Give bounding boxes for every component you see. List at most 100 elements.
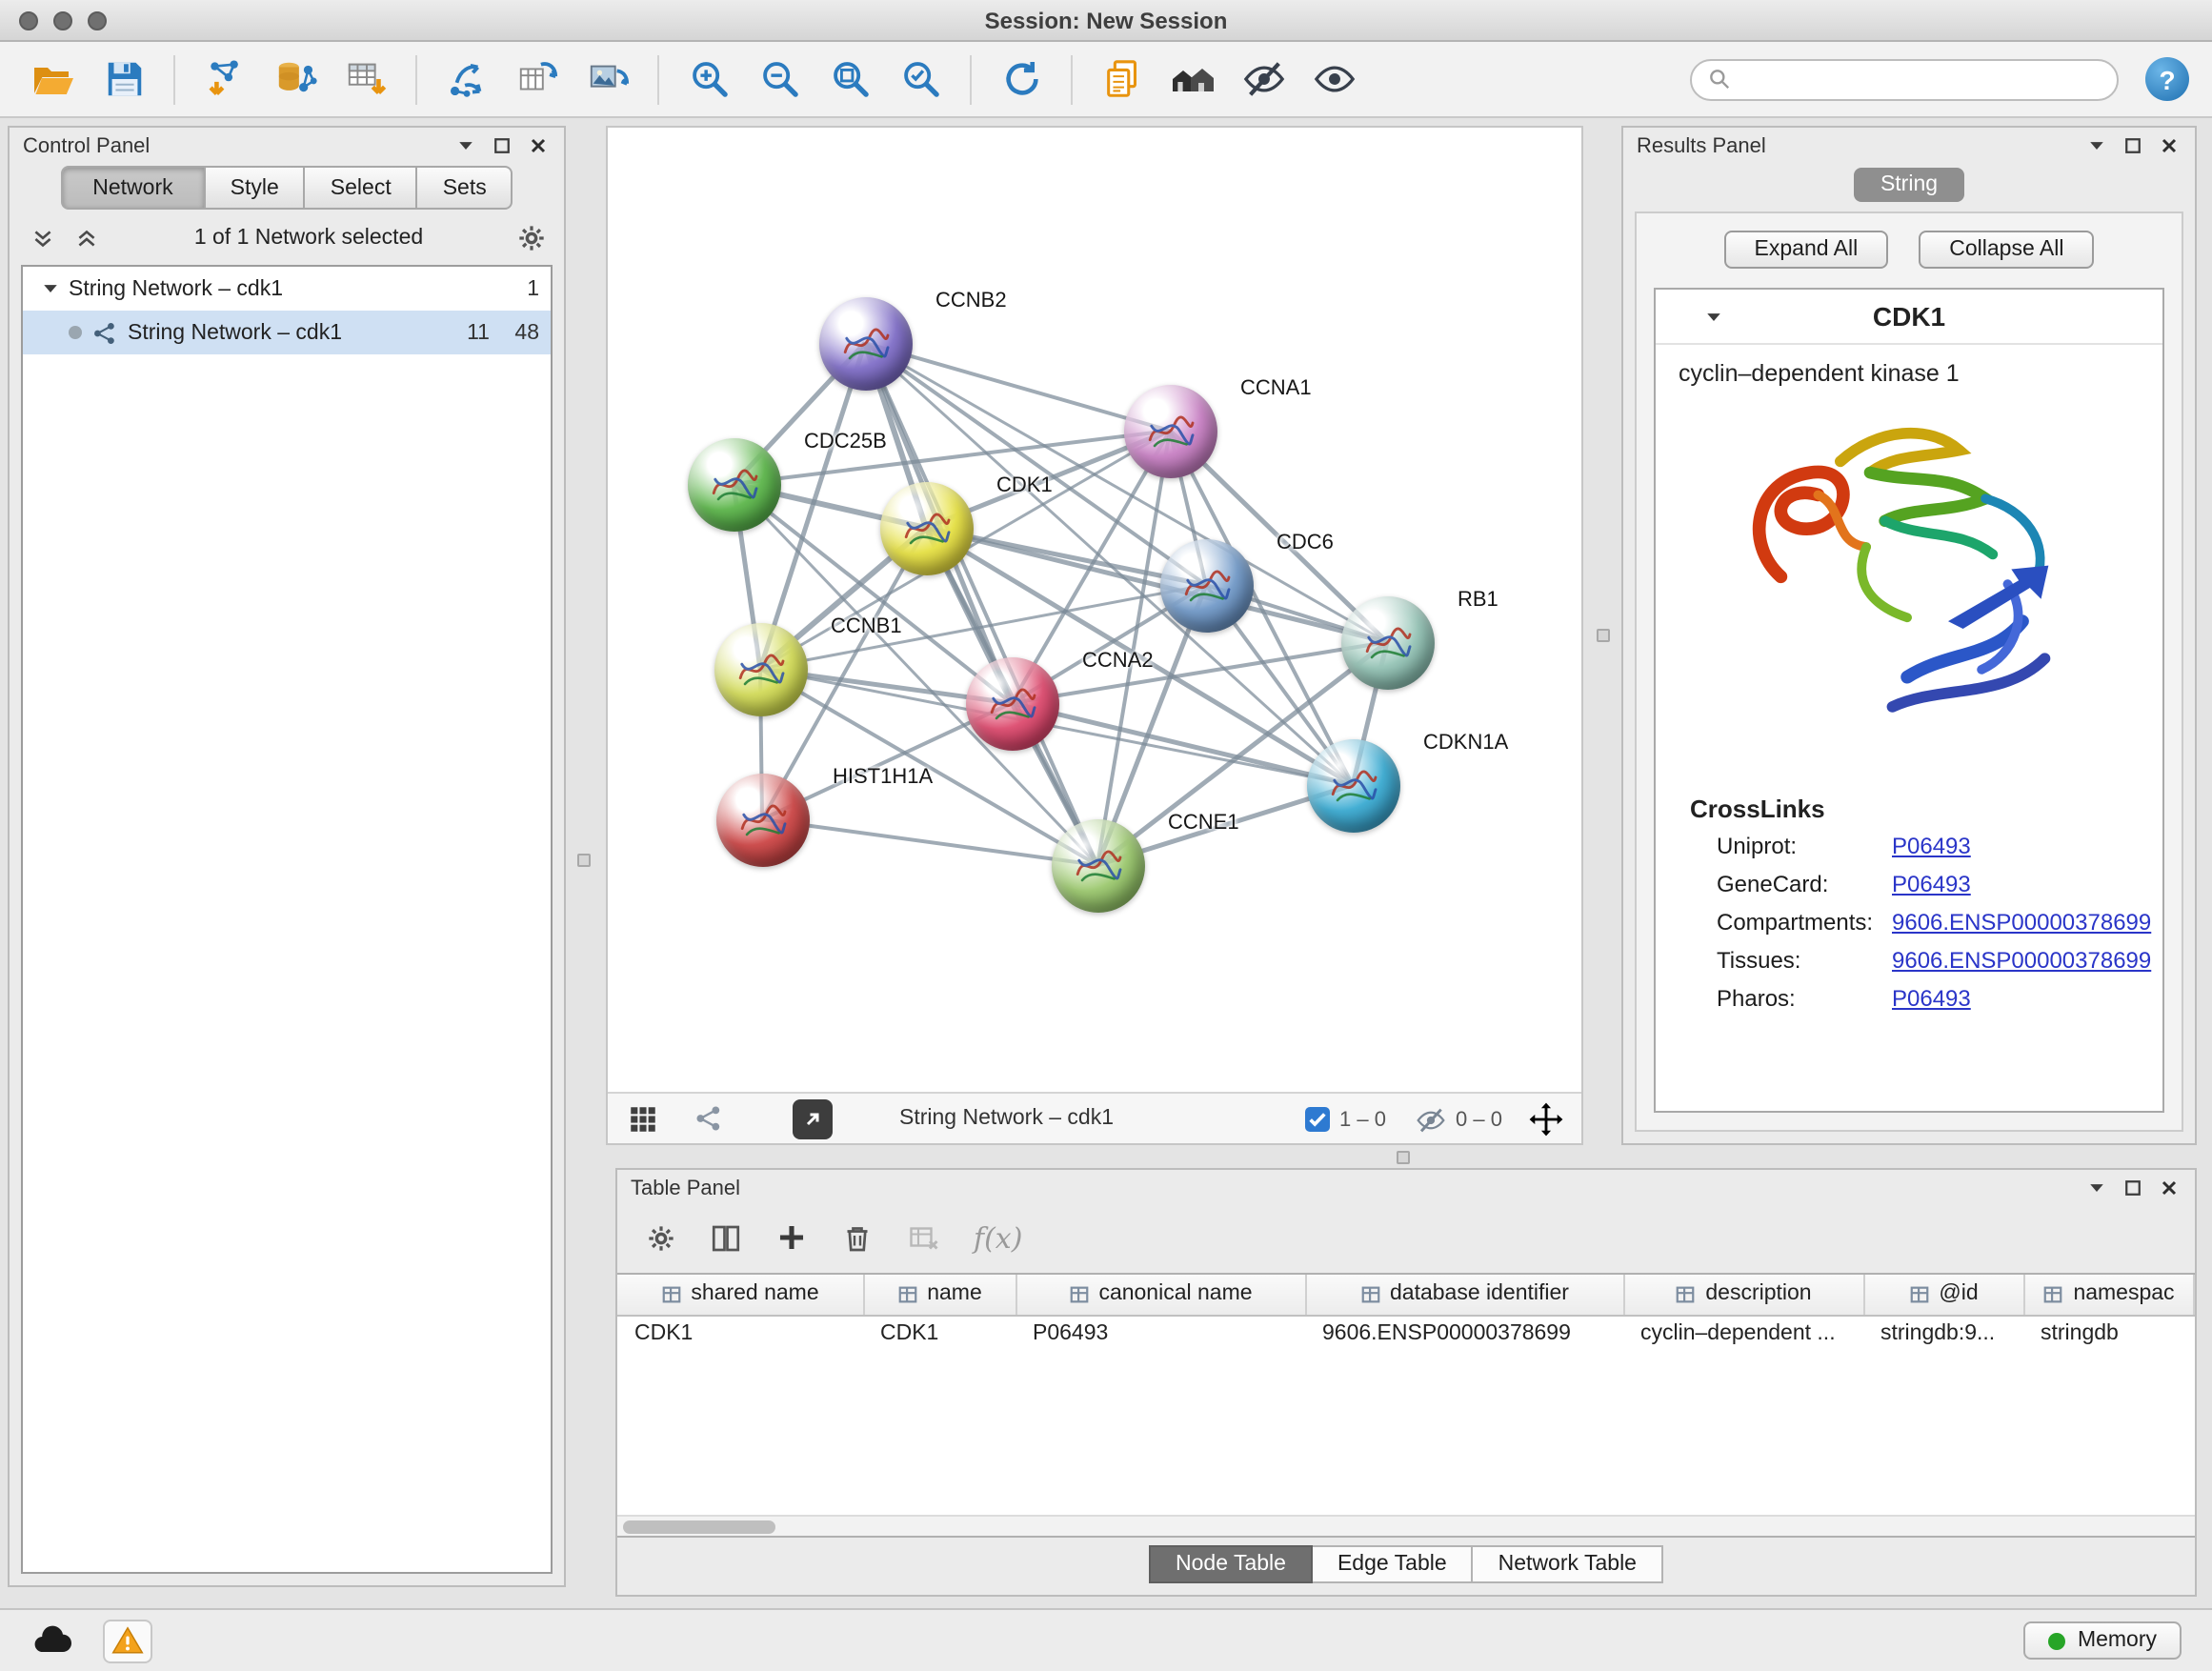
hidden-eye-icon[interactable]: [1416, 1104, 1446, 1135]
clone-network-icon[interactable]: [507, 49, 568, 110]
table-cell[interactable]: cyclin–dependent ...: [1623, 1315, 1863, 1353]
delete-column-icon[interactable]: [840, 1220, 875, 1255]
table-cell[interactable]: stringdb: [2023, 1315, 2194, 1353]
expand-all-networks-icon[interactable]: [25, 221, 59, 255]
tab-style[interactable]: Style: [206, 166, 306, 210]
homes-icon[interactable]: [1162, 49, 1223, 110]
tab-network-table[interactable]: Network Table: [1474, 1545, 1663, 1583]
warning-icon[interactable]: [103, 1619, 152, 1662]
collapse-panel-icon[interactable]: [2082, 1175, 2109, 1201]
close-panel-icon[interactable]: [524, 132, 551, 159]
show-all-icon[interactable]: [1303, 49, 1364, 110]
collapse-panel-icon[interactable]: [2082, 132, 2109, 159]
new-network-from-selection-icon[interactable]: [436, 49, 497, 110]
network-overview-icon[interactable]: [694, 1103, 724, 1134]
refresh-icon[interactable]: [991, 49, 1052, 110]
search-input[interactable]: [1741, 68, 2101, 91]
tab-network[interactable]: Network: [60, 166, 205, 210]
save-session-icon[interactable]: [93, 49, 154, 110]
open-session-icon[interactable]: [23, 49, 84, 110]
cloud-icon[interactable]: [30, 1618, 76, 1663]
network-node-HIST1H1A[interactable]: [715, 773, 809, 866]
table-cell[interactable]: 9606.ENSP00000378699: [1305, 1315, 1623, 1353]
import-network-file-icon[interactable]: [194, 49, 255, 110]
network-tree-item[interactable]: String Network – cdk11148: [23, 311, 551, 354]
crosslink-link[interactable]: P06493: [1892, 985, 1971, 1012]
expand-collapse-icon[interactable]: [42, 280, 59, 297]
collapse-all-networks-icon[interactable]: [69, 221, 103, 255]
table-settings-gear-icon[interactable]: [646, 1222, 676, 1253]
tab-sets[interactable]: Sets: [418, 166, 513, 210]
table-cell[interactable]: CDK1: [617, 1315, 863, 1353]
minimize-window-button[interactable]: [53, 11, 72, 30]
tab-string[interactable]: String: [1854, 168, 1964, 202]
table-cell[interactable]: stringdb:9...: [1863, 1315, 2023, 1353]
import-network-database-icon[interactable]: [265, 49, 326, 110]
hide-selected-icon[interactable]: [1233, 49, 1294, 110]
network-node-CCNA2[interactable]: [965, 656, 1058, 750]
float-panel-icon[interactable]: [488, 132, 514, 159]
left-splitter-handle[interactable]: [577, 854, 591, 867]
zoom-fit-icon[interactable]: [819, 49, 880, 110]
crosslink-link[interactable]: 9606.ENSP00000378699: [1892, 909, 2151, 936]
fit-content-crosshair-icon[interactable]: [1528, 1101, 1564, 1137]
close-window-button[interactable]: [19, 11, 38, 30]
export-image-icon[interactable]: [577, 49, 638, 110]
network-node-CCNA1[interactable]: [1123, 384, 1217, 477]
collapse-section-icon[interactable]: [1705, 309, 1722, 326]
grid-view-icon[interactable]: [627, 1103, 659, 1136]
network-node-CDKN1A[interactable]: [1306, 738, 1399, 832]
function-builder-icon[interactable]: f(x): [974, 1220, 1022, 1255]
zoom-selected-icon[interactable]: [890, 49, 951, 110]
collapse-all-button[interactable]: Collapse All: [1919, 231, 2094, 269]
close-panel-icon[interactable]: [2155, 1175, 2182, 1201]
crosslink-link[interactable]: P06493: [1892, 871, 1971, 897]
network-node-CCNB2[interactable]: [818, 296, 912, 390]
network-node-CDC25B[interactable]: [687, 437, 780, 531]
network-node-CDC6[interactable]: [1159, 538, 1253, 632]
memory-button[interactable]: Memory: [2024, 1621, 2182, 1660]
network-node-RB1[interactable]: [1340, 595, 1434, 689]
network-node-CCNE1[interactable]: [1051, 818, 1144, 912]
column-header-namespac[interactable]: namespac: [2023, 1275, 2194, 1315]
column-header-database-identifier[interactable]: database identifier: [1305, 1275, 1623, 1315]
horizontal-scrollbar[interactable]: [617, 1515, 2195, 1536]
zoom-window-button[interactable]: [88, 11, 107, 30]
help-button[interactable]: ?: [2145, 57, 2189, 101]
tab-node-table[interactable]: Node Table: [1149, 1545, 1313, 1583]
column-header-name[interactable]: name: [863, 1275, 1016, 1315]
network-node-CDK1[interactable]: [879, 481, 973, 574]
collapse-panel-icon[interactable]: [452, 132, 478, 159]
zoom-out-icon[interactable]: [749, 49, 810, 110]
add-column-icon[interactable]: [775, 1221, 808, 1254]
network-canvas[interactable]: CCNB2CCNA1CDC25BCDK1CDC6RB1CCNB1CCNA2CDK…: [608, 128, 1581, 1092]
tab-select[interactable]: Select: [306, 166, 418, 210]
bottom-splitter-handle[interactable]: [1397, 1151, 1410, 1164]
scrollbar-thumb[interactable]: [623, 1520, 775, 1534]
show-columns-icon[interactable]: [709, 1220, 743, 1255]
tab-edge-table[interactable]: Edge Table: [1313, 1545, 1474, 1583]
float-panel-icon[interactable]: [2119, 132, 2145, 159]
float-panel-icon[interactable]: [2119, 1175, 2145, 1201]
table-cell[interactable]: CDK1: [863, 1315, 1016, 1353]
network-node-CCNB1[interactable]: [714, 622, 807, 715]
crosslink-link[interactable]: P06493: [1892, 833, 1971, 859]
import-table-file-icon[interactable]: [335, 49, 396, 110]
protein-card-header[interactable]: CDK1: [1656, 290, 2162, 345]
table-cell[interactable]: P06493: [1016, 1315, 1305, 1353]
copy-document-icon[interactable]: [1092, 49, 1153, 110]
network-tree-item[interactable]: String Network – cdk11: [23, 267, 551, 311]
zoom-in-icon[interactable]: [678, 49, 739, 110]
selected-checkbox[interactable]: [1305, 1107, 1330, 1132]
column-header-canonical-name[interactable]: canonical name: [1016, 1275, 1305, 1315]
column-header--id[interactable]: @id: [1863, 1275, 2023, 1315]
column-header-shared-name[interactable]: shared name: [617, 1275, 863, 1315]
expand-all-button[interactable]: Expand All: [1724, 231, 1889, 269]
right-splitter-handle[interactable]: [1597, 629, 1610, 642]
network-options-gear-icon[interactable]: [514, 221, 549, 255]
open-in-new-icon[interactable]: [793, 1099, 833, 1139]
close-panel-icon[interactable]: [2155, 132, 2182, 159]
table-row[interactable]: CDK1CDK1P064939606.ENSP00000378699cyclin…: [617, 1315, 2194, 1353]
column-header-description[interactable]: description: [1623, 1275, 1863, 1315]
crosslink-link[interactable]: 9606.ENSP00000378699: [1892, 947, 2151, 974]
